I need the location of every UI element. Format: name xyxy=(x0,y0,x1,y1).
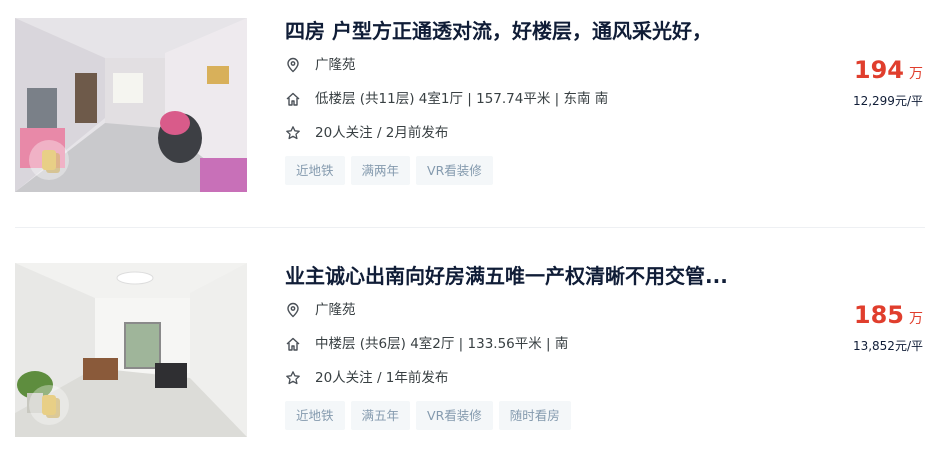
house-info-row: 中楼层 (共6层) 4室2厅 | 133.56平米 | 南 xyxy=(285,333,728,355)
listing-info: 四房 户型方正通透对流，好楼层，通风采光好， 广隆苑 低楼层 (共11层) 4室… xyxy=(285,16,712,186)
house-icon xyxy=(286,337,300,351)
listing-photo[interactable] xyxy=(15,263,247,437)
community-row: 广隆苑 xyxy=(285,54,712,76)
follow-info: 20人关注 / 2月前发布 xyxy=(315,125,449,141)
house-icon xyxy=(286,92,300,106)
tag: 满两年 xyxy=(350,156,411,185)
community-row: 广隆苑 xyxy=(285,299,728,321)
tag: VR看装修 xyxy=(416,156,493,185)
price-block: 185 万 13,852元/平 xyxy=(853,301,923,354)
listing-list: 四房 户型方正通透对流，好楼层，通风采光好， 广隆苑 低楼层 (共11层) 4室… xyxy=(0,0,937,458)
location-pin-icon xyxy=(287,302,299,318)
unit-price: 13,852元/平 xyxy=(852,339,923,353)
tag: 近地铁 xyxy=(285,156,345,185)
total-price-unit: 万 xyxy=(909,311,923,327)
tag: 满五年 xyxy=(350,401,411,430)
vr-badge-icon xyxy=(29,140,69,180)
location-pin-icon xyxy=(287,57,299,73)
vr-badge-icon xyxy=(29,385,69,425)
price-block: 194 万 12,299元/平 xyxy=(853,56,923,109)
tag: VR看装修 xyxy=(416,401,493,430)
total-price-value: 194 xyxy=(853,56,904,84)
house-info-row: 低楼层 (共11层) 4室1厅 | 157.74平米 | 东南 南 xyxy=(285,88,712,110)
divider xyxy=(15,227,925,228)
tag-list: 近地铁 满两年 VR看装修 xyxy=(285,156,712,186)
tag: 近地铁 xyxy=(285,401,345,430)
star-icon xyxy=(286,126,300,140)
star-icon xyxy=(286,371,300,385)
house-info: 中楼层 (共6层) 4室2厅 | 133.56平米 | 南 xyxy=(315,336,569,352)
community-link[interactable]: 广隆苑 xyxy=(315,54,356,76)
tag: 随时看房 xyxy=(498,401,571,430)
community-link[interactable]: 广隆苑 xyxy=(315,299,356,321)
listing-info: 业主诚心出南向好房满五唯一产权清晰不用交管... 广隆苑 中楼层 (共6层) 4… xyxy=(285,261,728,431)
follow-info: 20人关注 / 1年前发布 xyxy=(315,370,449,386)
follow-info-row: 20人关注 / 2月前发布 xyxy=(285,122,712,144)
follow-info-row: 20人关注 / 1年前发布 xyxy=(285,367,728,389)
tag-list: 近地铁 满五年 VR看装修 随时看房 xyxy=(285,401,728,431)
listing-card: 业主诚心出南向好房满五唯一产权清晰不用交管... 广隆苑 中楼层 (共6层) 4… xyxy=(0,229,937,458)
listing-photo[interactable] xyxy=(15,18,247,192)
total-price-unit: 万 xyxy=(909,66,923,82)
house-info: 低楼层 (共11层) 4室1厅 | 157.74平米 | 东南 南 xyxy=(315,91,609,107)
total-price: 185 万 xyxy=(853,301,923,329)
unit-price: 12,299元/平 xyxy=(852,94,923,108)
total-price: 194 万 xyxy=(853,56,923,84)
listing-title[interactable]: 四房 户型方正通透对流，好楼层，通风采光好， xyxy=(285,16,712,46)
listing-card: 四房 户型方正通透对流，好楼层，通风采光好， 广隆苑 低楼层 (共11层) 4室… xyxy=(0,0,937,229)
listing-title[interactable]: 业主诚心出南向好房满五唯一产权清晰不用交管... xyxy=(285,261,728,291)
total-price-value: 185 xyxy=(853,301,904,329)
